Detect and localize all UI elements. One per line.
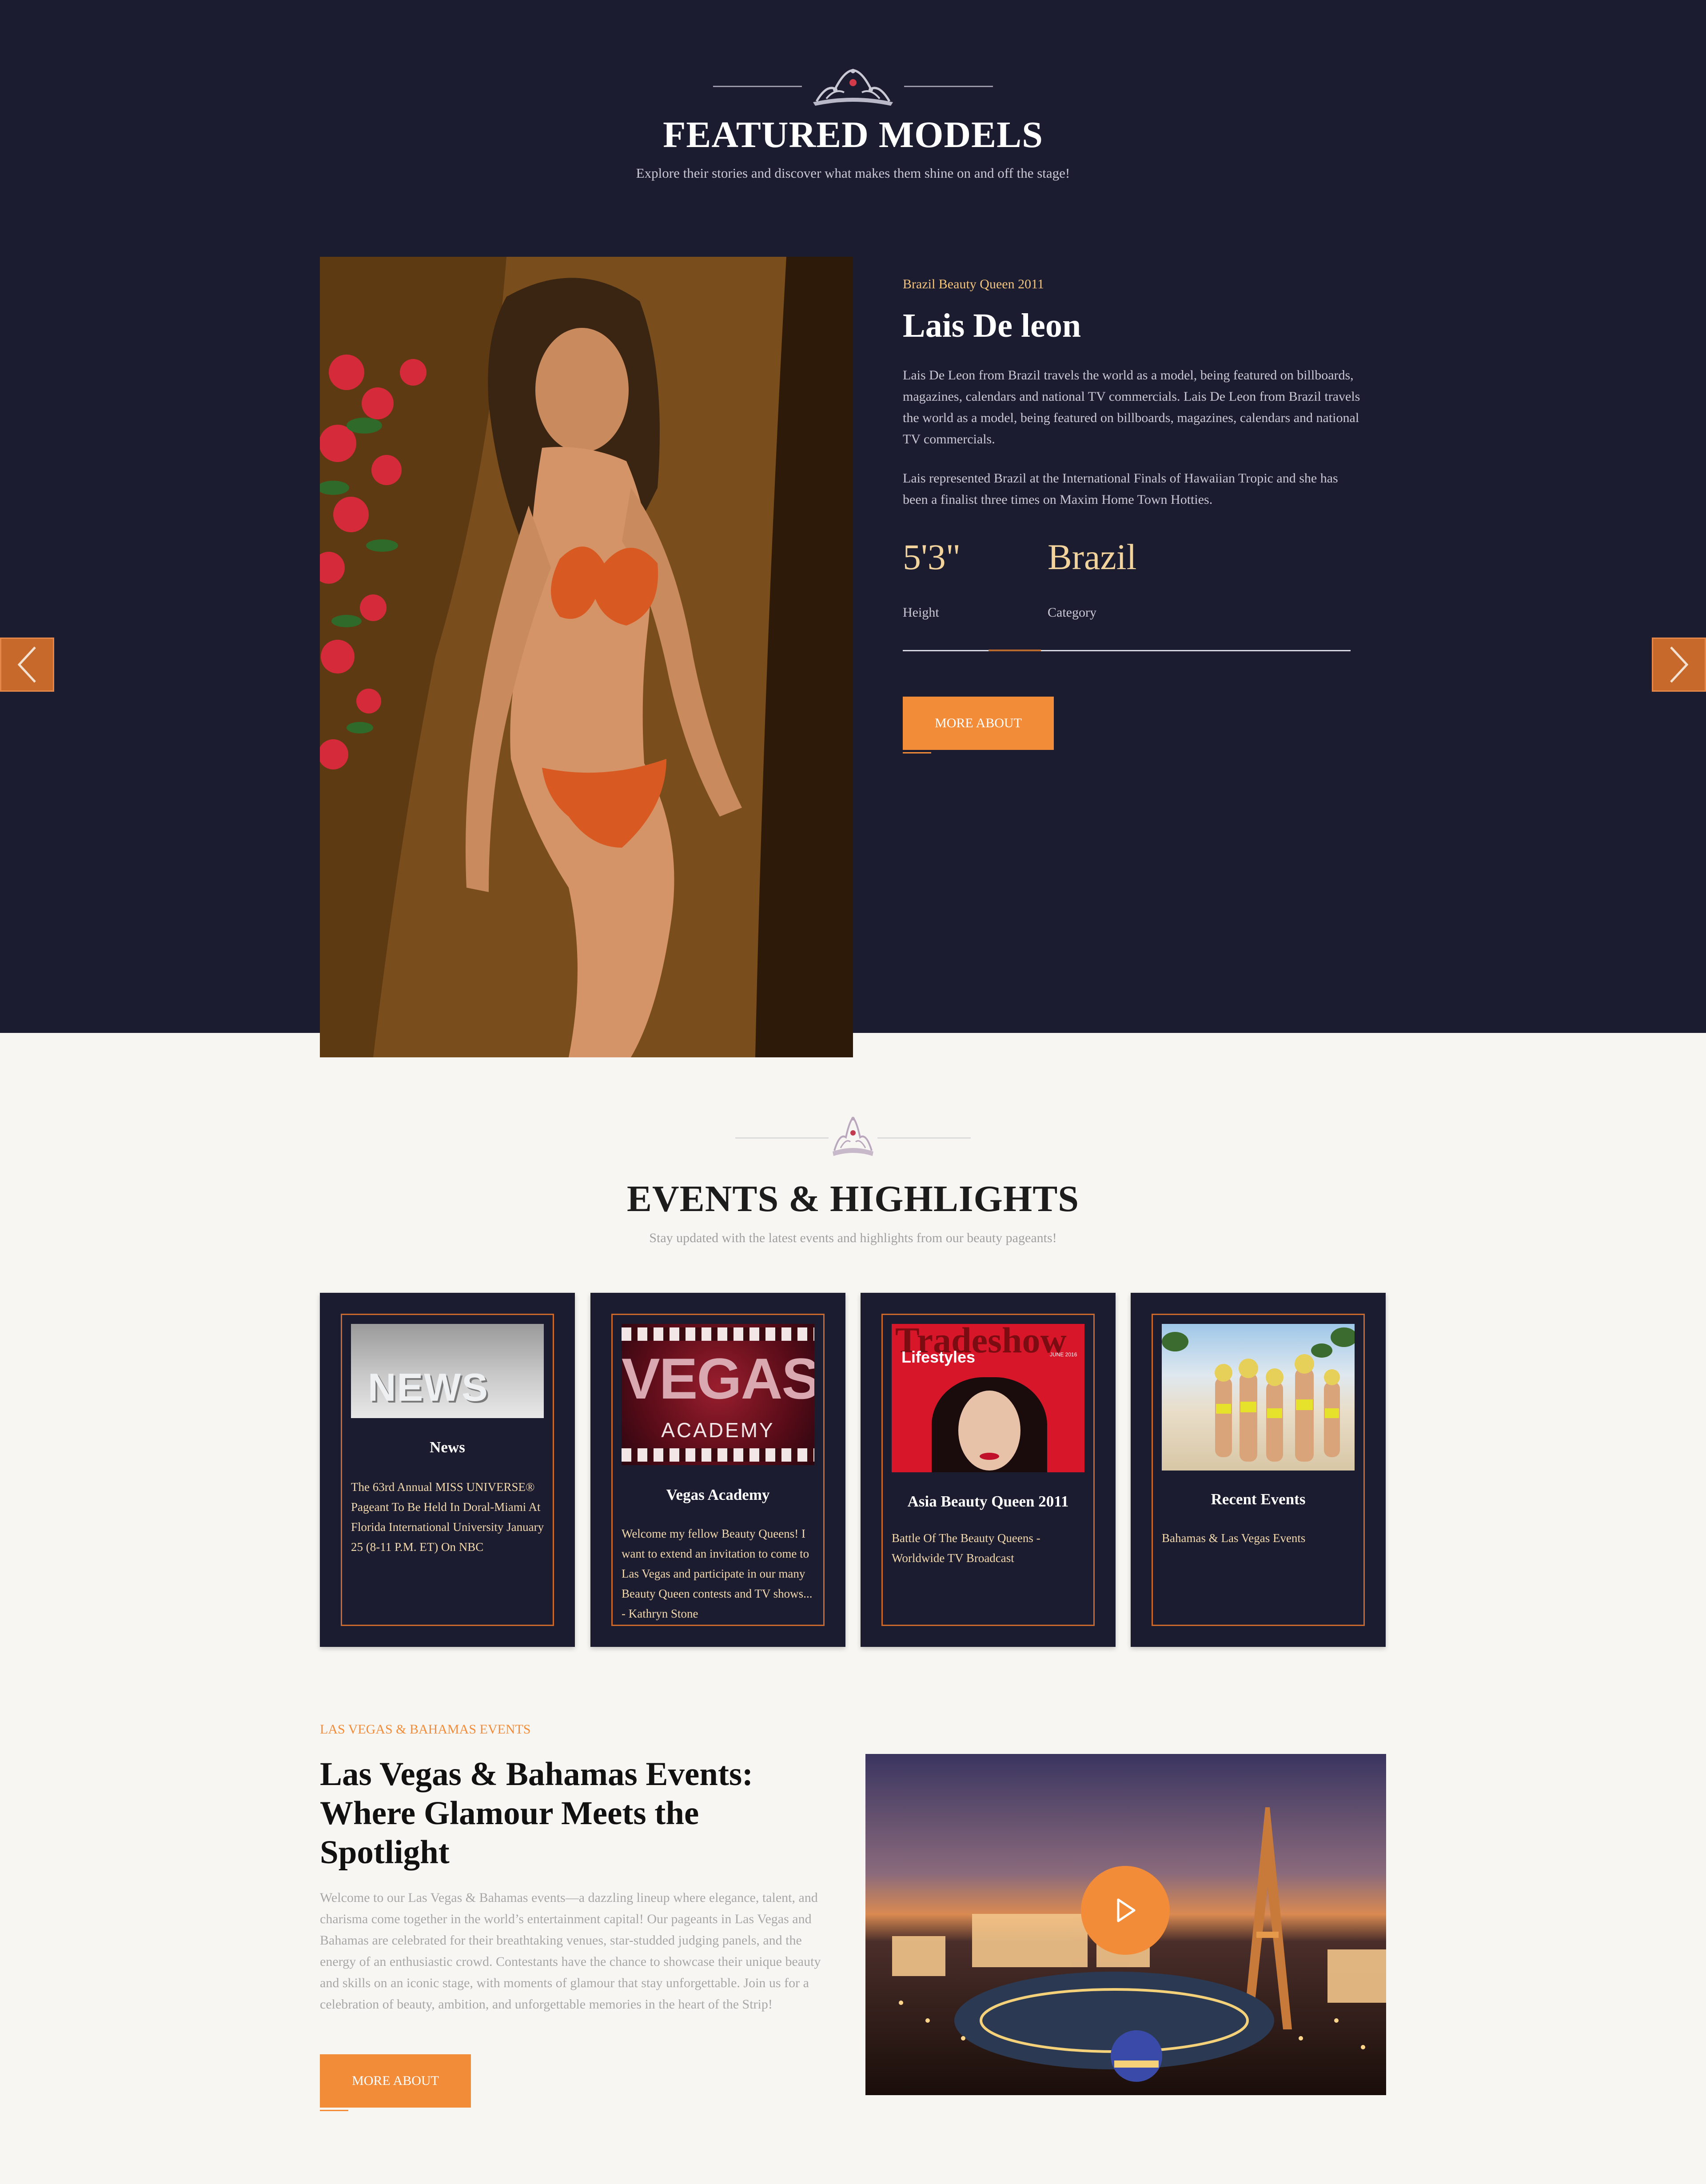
events-title: EVENTS & HIGHLIGHTS [627, 1178, 1079, 1220]
divider-line [877, 1137, 971, 1139]
progress-indicator [989, 650, 1041, 651]
event-card-news[interactable]: NEWS News The 63rd Annual MISS UNIVERSE®… [320, 1293, 575, 1647]
events-subtitle: Stay updated with the latest events and … [649, 1231, 1057, 1245]
lv-kicker: LAS VEGAS & BAHAMAS EVENTS [320, 1722, 531, 1737]
card-text: Battle Of The Beauty Queens - Worldwide … [892, 1531, 1040, 1565]
card-title: Recent Events [1211, 1491, 1306, 1508]
card-text: The 63rd Annual MISS UNIVERSE® Pageant T… [351, 1480, 544, 1554]
model-kicker: Brazil Beauty Queen 2011 [903, 277, 1044, 291]
magazine-subhead: Lifestyles [901, 1348, 976, 1366]
magazine-date: JUNE 2016 [1050, 1351, 1077, 1358]
card-title: Vegas Academy [666, 1486, 770, 1503]
play-video-button[interactable] [1081, 1866, 1170, 1955]
featured-subtitle: Explore their stories and discover what … [636, 165, 1070, 181]
prev-slide-button[interactable] [0, 638, 54, 692]
academy-image-text: ACADEMY [661, 1419, 775, 1442]
model-more-button[interactable]: MORE ABOUT [903, 697, 1054, 750]
height-label: Height [903, 605, 939, 620]
vegas-image-text: VEGAS [622, 1346, 814, 1411]
news-image-text: NEWS [368, 1365, 489, 1409]
model-name: Lais De leon [903, 307, 1081, 344]
card-title: Asia Beauty Queen 2011 [907, 1493, 1069, 1510]
divider-line [735, 1137, 829, 1139]
beach-event-image [1162, 1324, 1355, 1471]
category-label: Category [1048, 605, 1096, 620]
next-slide-button[interactable] [1652, 638, 1706, 692]
lv-title: Las Vegas & Bahamas Events: Where Glamou… [320, 1756, 753, 1871]
button-underline [320, 2110, 348, 2111]
featured-title: FEATURED MODELS [663, 114, 1043, 155]
category-value: Brazil [1048, 537, 1137, 577]
vegas-academy-image: VEGAS ACADEMY [622, 1324, 814, 1465]
play-icon [1117, 1898, 1136, 1922]
progress-track [903, 650, 1351, 651]
chevron-left-icon [17, 646, 36, 683]
model-photo [320, 257, 853, 1057]
card-text: Welcome my fellow Beauty Queens! I want … [622, 1527, 813, 1620]
magazine-cover-image: Tradeshow Lifestyles JUNE 2016 [892, 1324, 1084, 1472]
event-card-vegas-academy[interactable]: VEGAS ACADEMY Vegas Academy Welcome my f… [590, 1293, 845, 1647]
height-value: 5'3" [903, 537, 961, 577]
card-text: Bahamas & Las Vegas Events [1162, 1531, 1306, 1545]
button-underline [903, 752, 931, 753]
model-bio-2: Lais represented Brazil at the Internati… [903, 471, 1338, 507]
divider-line [713, 86, 802, 87]
model-bio-1: Lais De Leon from Brazil travels the wor… [903, 368, 1360, 446]
news-image: NEWS [351, 1324, 544, 1418]
card-title: News [430, 1439, 465, 1456]
divider-line [904, 86, 993, 87]
event-card-asia-beauty-queen[interactable]: Tradeshow Lifestyles JUNE 2016 Asia Beau… [861, 1293, 1116, 1647]
lv-text: Welcome to our Las Vegas & Bahamas event… [320, 1890, 821, 2012]
event-card-recent-events[interactable]: Recent Events Bahamas & Las Vegas Events [1131, 1293, 1386, 1647]
lv-more-button[interactable]: MORE ABOUT [320, 2054, 471, 2108]
tiara-icon [813, 69, 893, 106]
chevron-right-icon [1670, 646, 1689, 683]
tiara-icon [833, 1116, 873, 1156]
